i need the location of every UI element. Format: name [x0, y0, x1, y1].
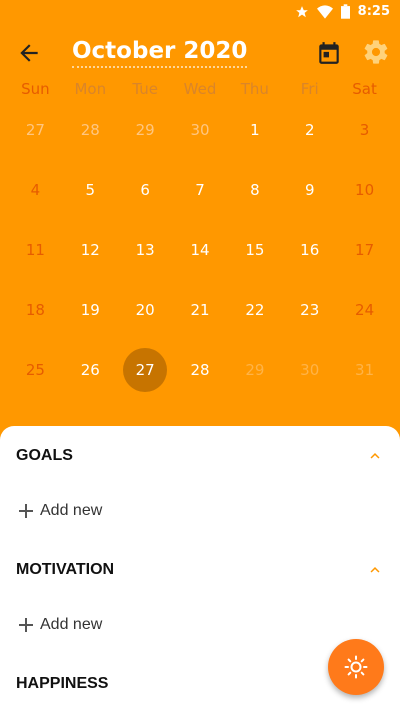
day-cell[interactable]: 17	[337, 220, 392, 280]
day-cell[interactable]: 5	[63, 160, 118, 220]
weekday-label: Tue	[132, 80, 158, 98]
day-cell[interactable]: 31	[337, 340, 392, 400]
weekday-label: Fri	[300, 80, 319, 98]
status-bar: 8:25	[0, 0, 400, 24]
sun-icon	[344, 655, 368, 679]
day-cell[interactable]: 27	[8, 100, 63, 160]
day-cell-selected[interactable]: 27	[118, 340, 173, 400]
plus-icon	[19, 504, 33, 518]
calendar-week: 4 5 6 7 8 9 10	[8, 160, 392, 220]
toolbar: October 2020	[0, 34, 400, 74]
day-cell[interactable]: 4	[8, 160, 63, 220]
day-cell[interactable]: 14	[173, 220, 228, 280]
day-cell[interactable]: 29	[118, 100, 173, 160]
month-title[interactable]: October 2020	[72, 36, 248, 68]
day-cell[interactable]: 21	[173, 280, 228, 340]
day-cell[interactable]: 15	[227, 220, 282, 280]
day-cell[interactable]: 30	[173, 100, 228, 160]
weekday-label: Sat	[352, 80, 377, 98]
calendar-grid: 27 28 29 30 1 2 3 4 5 6 7 8 9 10 11 12 1…	[8, 100, 392, 400]
add-new-goal-button[interactable]: Add new	[18, 497, 102, 525]
day-cell[interactable]: 19	[63, 280, 118, 340]
star-icon	[295, 5, 308, 17]
section-title: GOALS	[16, 447, 73, 464]
section-header-goals[interactable]: GOALS	[16, 441, 384, 471]
weekday-label: Thu	[240, 80, 269, 98]
day-cell[interactable]: 11	[8, 220, 63, 280]
weekday-header: Sun Mon Tue Wed Thu Fri Sat	[8, 78, 392, 100]
weekday-label: Sun	[21, 80, 50, 98]
day-cell[interactable]: 6	[118, 160, 173, 220]
day-cell[interactable]: 30	[282, 340, 337, 400]
day-cell[interactable]: 13	[118, 220, 173, 280]
day-cell[interactable]: 22	[227, 280, 282, 340]
calendar-icon[interactable]	[316, 40, 342, 66]
day-cell[interactable]: 10	[337, 160, 392, 220]
day-cell[interactable]: 7	[173, 160, 228, 220]
theme-toggle-button[interactable]	[328, 639, 384, 695]
weekday-label: Wed	[183, 80, 217, 98]
calendar-week: 18 19 20 21 22 23 24	[8, 280, 392, 340]
wifi-icon	[316, 4, 333, 19]
day-cell[interactable]: 16	[282, 220, 337, 280]
day-cell[interactable]: 24	[337, 280, 392, 340]
day-cell[interactable]: 1	[227, 100, 282, 160]
day-cell[interactable]: 26	[63, 340, 118, 400]
day-cell[interactable]: 25	[8, 340, 63, 400]
day-cell[interactable]: 23	[282, 280, 337, 340]
calendar-week: 27 28 29 30 1 2 3	[8, 100, 392, 160]
day-cell[interactable]: 18	[8, 280, 63, 340]
status-time: 8:25	[357, 4, 390, 19]
day-cell[interactable]: 28	[63, 100, 118, 160]
calendar-header-area: 8:25 October 2020 Sun Mon Tue Wed Thu Fr…	[0, 0, 400, 450]
section-title: MOTIVATION	[16, 561, 115, 578]
add-new-label: Add new	[40, 616, 103, 633]
add-new-motivation-button[interactable]: Add new	[18, 611, 102, 639]
battery-icon	[340, 4, 350, 19]
day-cell[interactable]: 12	[63, 220, 118, 280]
day-cell[interactable]: 9	[282, 160, 337, 220]
day-cell[interactable]: 29	[227, 340, 282, 400]
section-title: HAPPINESS	[16, 675, 109, 692]
chevron-up-icon[interactable]	[366, 447, 384, 465]
section-header-motivation[interactable]: MOTIVATION	[16, 555, 384, 585]
add-new-label: Add new	[40, 502, 103, 519]
gear-icon[interactable]	[362, 38, 390, 66]
chevron-up-icon[interactable]	[366, 561, 384, 579]
back-arrow-icon[interactable]	[16, 40, 42, 66]
calendar-week: 25 26 27 28 29 30 31	[8, 340, 392, 400]
day-cell[interactable]: 28	[173, 340, 228, 400]
calendar-week: 11 12 13 14 15 16 17	[8, 220, 392, 280]
day-cell[interactable]: 8	[227, 160, 282, 220]
weekday-label: Mon	[74, 80, 107, 98]
day-cell[interactable]: 3	[337, 100, 392, 160]
day-cell[interactable]: 2	[282, 100, 337, 160]
plus-icon	[19, 618, 33, 632]
day-cell[interactable]: 20	[118, 280, 173, 340]
